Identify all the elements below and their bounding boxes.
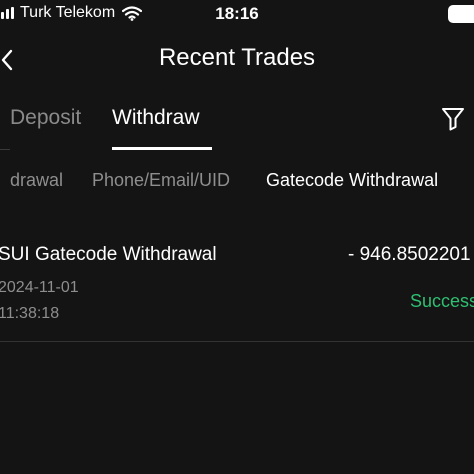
sub-tab-withdrawal[interactable]: drawal [10,170,63,191]
row-divider [0,341,474,342]
tab-deposit[interactable]: Deposit [10,106,81,130]
sub-tab-gatecode-withdrawal[interactable]: Gatecode Withdrawal [266,170,438,191]
trade-amount: - 946.8502201 [348,244,471,265]
sub-tabs: drawal Phone/Email/UID Gatecode Withdraw… [0,166,474,198]
status-bar: Turk Telekom 18:16 [0,0,474,30]
recent-trades-screen: Turk Telekom 18:16 Recent Trades Deposit… [0,0,474,474]
tab-withdraw[interactable]: Withdraw [112,106,200,130]
trade-status: Success [410,291,474,311]
tab-divider [0,149,10,150]
page-title: Recent Trades [158,44,316,71]
trade-date: 2024-11-01 [0,279,79,296]
sub-tab-phone-email-uid[interactable]: Phone/Email/UID [92,170,230,191]
trade-name: SUI Gatecode Withdrawal [0,244,217,265]
trade-row[interactable]: SUI Gatecode Withdrawal - 946.8502201 20… [0,236,474,342]
battery-icon [448,5,474,23]
main-tabs: Deposit Withdraw [0,100,474,152]
active-tab-indicator [112,147,212,150]
status-time: 18:16 [215,4,259,23]
nav-bar: Recent Trades [0,38,474,82]
trade-time: 11:38:18 [0,305,60,322]
filter-funnel-icon[interactable] [440,106,466,132]
